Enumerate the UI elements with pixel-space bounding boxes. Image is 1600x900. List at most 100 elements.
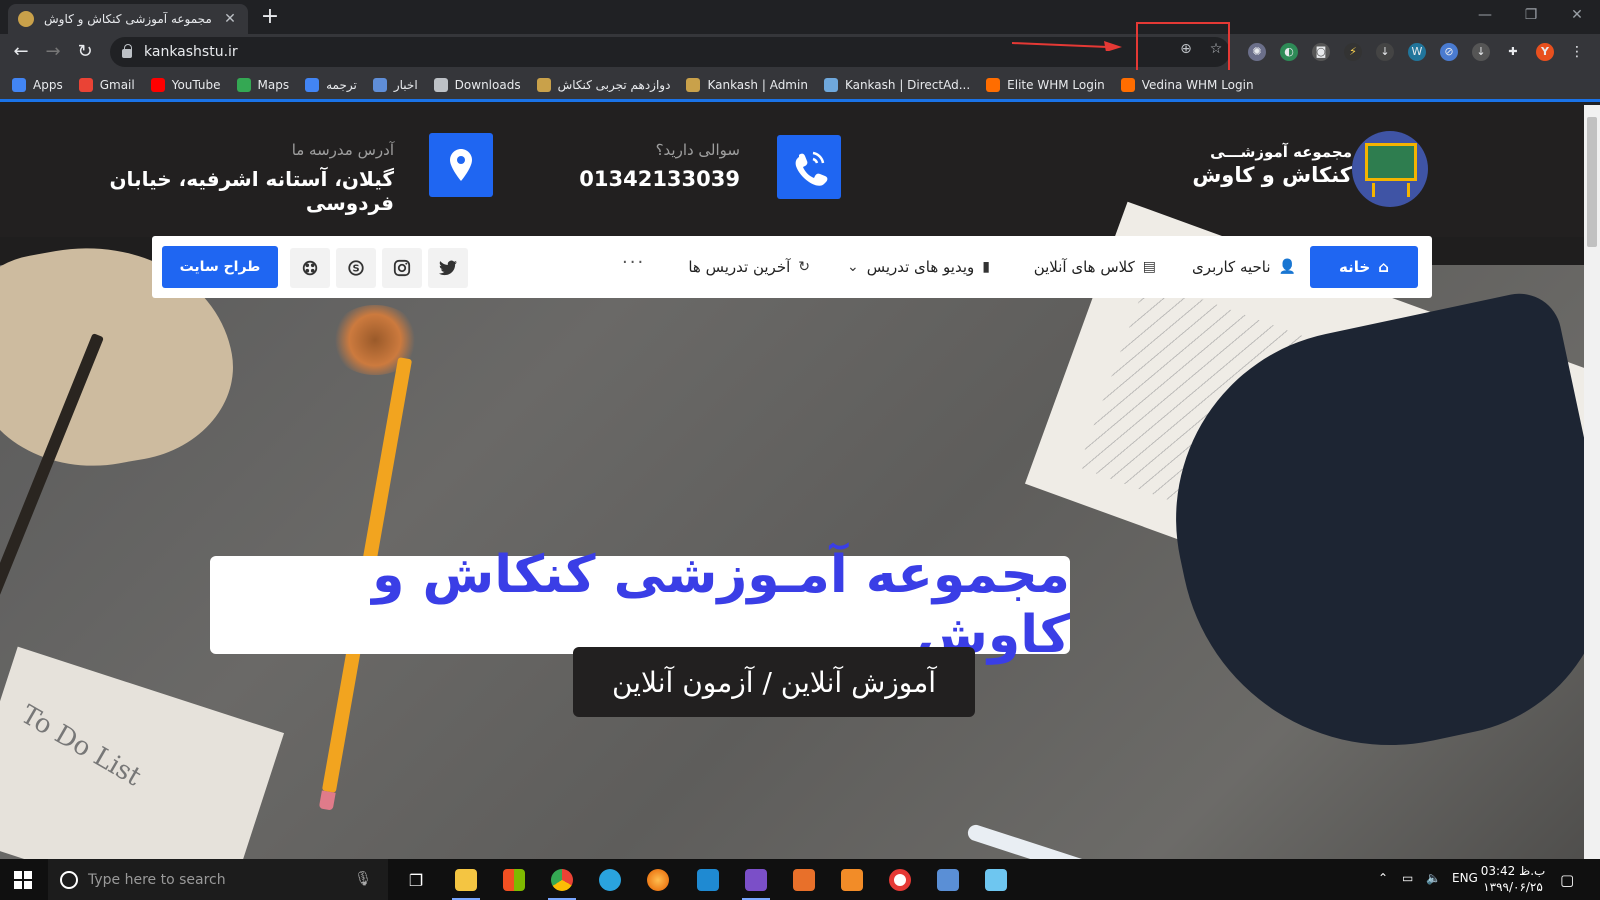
bookmark-item[interactable]: YouTube	[150, 77, 221, 92]
address-value: گیلان، آستانه اشرفیه، خیابان فردوسی	[109, 167, 394, 215]
instagram-icon[interactable]	[382, 248, 422, 288]
site-designer-button[interactable]: طراح سایت	[162, 246, 278, 288]
chrome-menu-icon[interactable]: ⋮	[1568, 43, 1586, 61]
minimize-icon[interactable]: —	[1462, 0, 1508, 30]
screen-recorder-icon[interactable]	[880, 864, 920, 896]
bookmark-item[interactable]: دوازدهم تجربی کنکاش	[536, 77, 671, 92]
extension-stripe-icon[interactable]: ⊘	[1440, 43, 1458, 61]
taskbar-search-placeholder: Type here to search	[88, 871, 226, 888]
bookmark-item[interactable]: Gmail	[78, 77, 135, 92]
main-navbar: ⌂ خانه 👤 ناحیه کاربری ▤ کلاس های آنلاین …	[152, 236, 1432, 298]
user-cog-icon: 👤	[1278, 259, 1296, 275]
new-tab-button[interactable]: +	[258, 5, 282, 29]
windows-start-icon[interactable]	[14, 871, 32, 889]
chrome-icon[interactable]	[542, 864, 582, 900]
nav-user-area[interactable]: 👤 ناحیه کاربری	[1192, 246, 1296, 288]
bookmark-label: ترجمه	[326, 77, 357, 92]
app-orange2-icon[interactable]	[832, 864, 872, 896]
forward-icon[interactable]: →	[40, 39, 66, 65]
site-header: مجموعه آموزشـــی کنکاش و کاوش سوالی داری…	[0, 105, 1584, 237]
system-clock[interactable]: 03:42 ب.ظ ۱۳۹۹/۰۶/۲۵	[1478, 863, 1548, 895]
nav-latest-teachings[interactable]: ↻ آخرین تدریس ها	[688, 246, 810, 288]
phone-number[interactable]: 01342133039	[540, 167, 740, 191]
notifications-icon[interactable]: ▢	[1560, 871, 1574, 889]
back-icon[interactable]: ←	[8, 39, 34, 65]
tray-chevron-icon[interactable]: ⌃	[1378, 871, 1388, 885]
bookmark-label: Elite WHM Login	[1007, 77, 1105, 92]
task-view-icon[interactable]: ❐	[396, 864, 436, 896]
volume-icon[interactable]: 🔈	[1426, 871, 1441, 885]
nav-teaching-videos[interactable]: ▮ ویدیو های تدریس ⌄	[847, 246, 990, 288]
nav-home-button[interactable]: ⌂ خانه	[1310, 246, 1418, 288]
extension-bolt-icon[interactable]: ⚡	[1344, 43, 1362, 61]
chalkboard-icon	[1365, 143, 1417, 181]
vscode-icon[interactable]	[688, 864, 728, 896]
clock-date: ۱۳۹۹/۰۶/۲۵	[1483, 880, 1543, 894]
nav-more-icon[interactable]: ···	[622, 252, 645, 273]
nav-online-classes-label: کلاس های آنلاین	[1033, 258, 1135, 276]
scrollbar-thumb[interactable]	[1587, 117, 1597, 247]
chalkboard-teacher-icon: ▤	[1142, 259, 1156, 275]
tab-close-icon[interactable]: ✕	[222, 11, 238, 27]
nav-online-classes[interactable]: ▤ کلاس های آنلاین	[1034, 246, 1156, 288]
bookmark-favicon-icon	[536, 77, 551, 92]
bookmark-label: اخبار	[393, 77, 418, 92]
extension-gear-icon[interactable]: ✺	[1248, 43, 1266, 61]
bookmark-label: Kankash | Admin	[707, 77, 808, 92]
app-window-icon[interactable]	[976, 864, 1016, 896]
skype-icon[interactable]: S	[336, 248, 376, 288]
hero-subtitle: آموزش آنلاین / آزمون آنلاین	[611, 665, 937, 699]
bookmark-label: Downloads	[454, 77, 521, 92]
microphone-icon[interactable]: 🎙	[354, 871, 372, 887]
extension-color-icon[interactable]: ◐	[1280, 43, 1298, 61]
extension-download-icon[interactable]: ↓	[1376, 43, 1394, 61]
bookmark-item[interactable]: Maps	[236, 77, 289, 92]
site-favicon-icon	[18, 11, 34, 27]
language-indicator[interactable]: ENG	[1452, 871, 1478, 885]
browser-tab[interactable]: مجموعه آموزشی کنکاش و کاوش ✕	[8, 4, 248, 34]
bookmark-favicon-icon	[686, 77, 701, 92]
todo-paper-text: To Do List	[15, 699, 147, 793]
profile-avatar[interactable]: Y	[1536, 43, 1554, 61]
phone-label: سوالی دارید؟	[655, 141, 740, 159]
extension-camera-icon[interactable]: ◙	[1312, 43, 1330, 61]
remote-desktop-icon[interactable]	[928, 864, 968, 896]
twitter-icon[interactable]	[428, 248, 468, 288]
hero-subtitle-box: آموزش آنلاین / آزمون آنلاین	[573, 647, 975, 717]
bookmark-item[interactable]: Elite WHM Login	[986, 77, 1105, 92]
annotation-arrow-icon	[1012, 41, 1122, 51]
bookmarks-bar: Apps Gmail YouTube Maps ترجمه اخبار Downloads د…	[0, 70, 1600, 102]
web-page: مجموعه آموزشـــی کنکاش و کاوش سوالی داری…	[0, 105, 1584, 859]
page-scrollbar[interactable]	[1584, 105, 1600, 859]
bookmark-item[interactable]: اخبار	[372, 77, 418, 92]
bookmark-label: Vedina WHM Login	[1141, 77, 1254, 92]
bookmark-item[interactable]: Downloads	[433, 77, 521, 92]
hero-decor-todo-paper: To Do List	[0, 646, 285, 859]
visual-studio-icon[interactable]	[736, 864, 776, 900]
bookmark-item[interactable]: Apps	[12, 77, 63, 92]
bookmark-favicon-icon	[236, 77, 251, 92]
logo-line2[interactable]: کنکاش و کاوش	[1180, 163, 1352, 187]
app-orange1-icon[interactable]	[784, 864, 824, 896]
reload-icon[interactable]: ↻	[72, 39, 98, 65]
bookmark-item[interactable]: Kankash | DirectAd...	[823, 77, 970, 92]
bookmark-item[interactable]: Kankash | Admin	[686, 77, 808, 92]
extensions-puzzle-icon[interactable]: ✚	[1504, 43, 1522, 61]
restore-icon[interactable]: ❐	[1508, 0, 1554, 30]
extension-wordpress-icon[interactable]: W	[1408, 43, 1426, 61]
extension-download2-icon[interactable]: ↓	[1472, 43, 1490, 61]
chevron-down-icon: ⌄	[846, 259, 859, 275]
microsoft-store-icon[interactable]	[494, 864, 534, 896]
taskbar-search-box[interactable]: Type here to search 🎙	[48, 859, 388, 900]
bookmark-item[interactable]: Vedina WHM Login	[1120, 77, 1254, 92]
refresh-icon: ↻	[798, 259, 810, 275]
firefox-icon[interactable]	[638, 864, 678, 896]
network-icon[interactable]: ▭	[1402, 871, 1413, 885]
telegram-icon[interactable]	[590, 864, 630, 896]
file-explorer-icon[interactable]	[446, 864, 486, 900]
bookmark-label: دوازدهم تجربی کنکاش	[557, 77, 671, 92]
logo-line1[interactable]: مجموعه آموزشـــی	[1180, 143, 1352, 161]
aparat-icon[interactable]	[290, 248, 330, 288]
close-window-icon[interactable]: ✕	[1554, 0, 1600, 30]
bookmark-item[interactable]: ترجمه	[305, 77, 357, 92]
